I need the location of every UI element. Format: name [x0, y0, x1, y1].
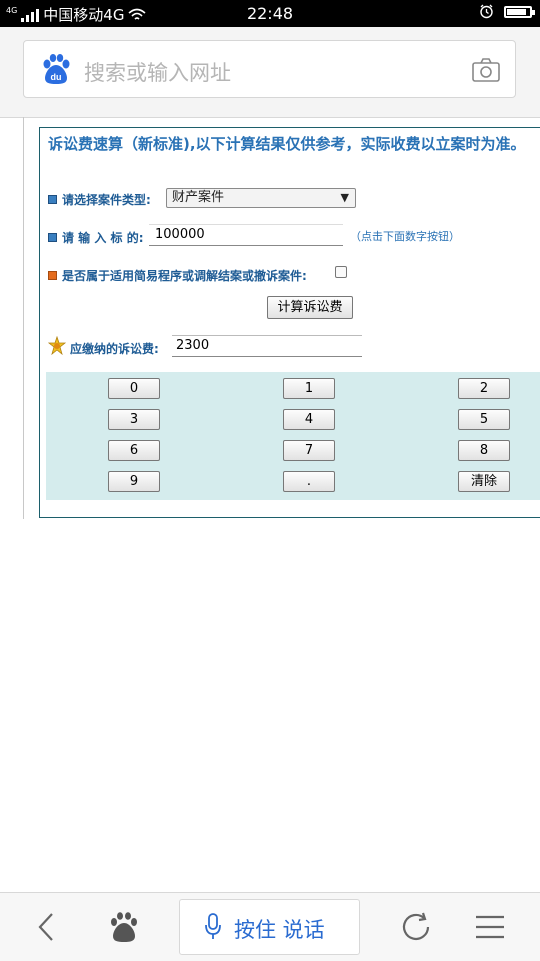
clear-button[interactable]: 清除: [458, 471, 510, 492]
bottom-nav: 按住 说话: [0, 892, 540, 961]
key-0[interactable]: 0: [108, 378, 160, 399]
microphone-icon: [205, 913, 221, 939]
status-bar: 4G 中国移动4G 22:48: [0, 0, 540, 27]
case-type-select[interactable]: 财产案件 ▼: [166, 188, 356, 208]
fee-label: 应缴纳的诉讼费:: [70, 342, 159, 356]
status-right: [479, 4, 535, 19]
calculate-button[interactable]: 计算诉讼费: [267, 296, 353, 319]
search-placeholder: 搜索或输入网址: [84, 61, 231, 85]
key-4[interactable]: 4: [283, 409, 335, 430]
key-6[interactable]: 6: [108, 440, 160, 461]
key-5[interactable]: 5: [458, 409, 510, 430]
alarm-icon: [480, 4, 493, 19]
camera-icon[interactable]: [471, 55, 501, 85]
page-divider: [23, 117, 24, 519]
baidu-paw-icon: du: [43, 54, 70, 84]
voice-label: 按住 说话: [234, 918, 325, 942]
clock: 22:48: [246, 4, 294, 23]
coin-icon: [47, 336, 67, 356]
key-8[interactable]: 8: [458, 440, 510, 461]
amount-row: 请 输 入 标 的:: [48, 229, 144, 246]
case-type-label: 请选择案件类型:: [62, 193, 151, 207]
back-icon[interactable]: [30, 910, 64, 944]
battery-icon: [504, 5, 535, 18]
fee-output: 2300: [172, 335, 362, 357]
simple-procedure-label: 是否属于适用简易程序或调解结案或撤诉案件:: [62, 269, 307, 283]
key-dot[interactable]: .: [283, 471, 335, 492]
simple-procedure-row: 是否属于适用简易程序或调解结案或撤诉案件:: [48, 267, 307, 284]
bullet-icon: [48, 271, 57, 280]
voice-search-button[interactable]: 按住 说话: [179, 899, 360, 955]
case-type-value: 财产案件: [172, 190, 225, 205]
key-2[interactable]: 2: [458, 378, 510, 399]
key-9[interactable]: 9: [108, 471, 160, 492]
case-type-row: 请选择案件类型:: [48, 191, 151, 208]
bullet-icon: [48, 233, 57, 242]
litigation-fee-calculator: 诉讼费速算（新标准),以下计算结果仅供参考，实际收费以立案时为准。 请选择案件类…: [39, 127, 540, 518]
baidu-home-icon[interactable]: [107, 910, 141, 944]
bullet-icon: [48, 195, 57, 204]
amount-input[interactable]: 100000: [149, 224, 343, 246]
dropdown-arrow-icon: ▼: [340, 191, 349, 204]
key-3[interactable]: 3: [108, 409, 160, 430]
browser-header: du 搜索或输入网址: [0, 27, 540, 118]
menu-icon[interactable]: [473, 910, 507, 944]
amount-label: 请 输 入 标 的:: [62, 231, 144, 245]
baidu-logo-text: du: [51, 72, 62, 82]
simple-procedure-checkbox[interactable]: [335, 266, 347, 278]
page-title: 诉讼费速算（新标准),以下计算结果仅供参考，实际收费以立案时为准。: [48, 135, 526, 153]
amount-hint: （点击下面数字按钮）: [350, 230, 460, 243]
key-1[interactable]: 1: [283, 378, 335, 399]
refresh-icon[interactable]: [399, 910, 433, 944]
battery-level: [507, 8, 527, 15]
search-input[interactable]: du 搜索或输入网址: [23, 40, 516, 98]
number-keypad: 0 1 2 3 4 5 6 7 8 9 . 清除: [46, 372, 540, 500]
key-7[interactable]: 7: [283, 440, 335, 461]
